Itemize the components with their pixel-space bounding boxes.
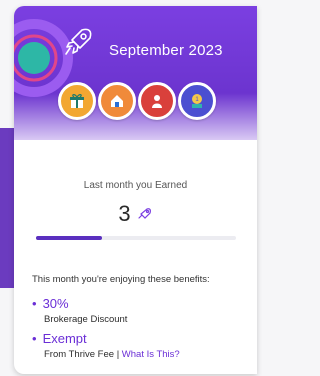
benefit-value: 30% xyxy=(42,296,69,311)
progress-fill xyxy=(36,236,102,240)
benefits-intro: This month you're enjoying these benefit… xyxy=(32,274,210,285)
rewards-card: September 2023 1 Last month you Earned 3… xyxy=(14,6,257,374)
person-icon xyxy=(152,95,162,108)
gift-icon xyxy=(70,94,84,108)
person-badge[interactable] xyxy=(138,82,176,120)
benefit-value: Exempt xyxy=(42,331,87,346)
what-is-this-link[interactable]: What Is This? xyxy=(122,349,180,360)
background-stripe xyxy=(0,128,14,288)
earned-label: Last month you Earned xyxy=(83,180,188,191)
separator: | xyxy=(116,349,120,360)
benefit-item-discount: • 30% Brokerage Discount xyxy=(32,296,128,325)
rocket-icon xyxy=(65,28,92,55)
medal-badge[interactable]: 1 xyxy=(178,82,216,120)
card-header: September 2023 1 xyxy=(14,6,257,140)
earned-value: 3 xyxy=(118,201,131,226)
progress-bar xyxy=(36,236,236,240)
badge-row: 1 xyxy=(58,82,216,120)
home-icon xyxy=(111,95,123,107)
month-title: September 2023 xyxy=(109,42,223,59)
benefit-item-thrive-fee: • Exempt From Thrive Fee | What Is This? xyxy=(32,331,180,360)
benefit-desc-row: From Thrive Fee | What Is This? xyxy=(44,349,180,360)
earned-row: 3 xyxy=(14,201,257,227)
small-rocket-icon xyxy=(138,208,151,219)
home-badge[interactable] xyxy=(98,82,136,120)
medal-icon: 1 xyxy=(192,94,202,108)
benefit-desc: Brokerage Discount xyxy=(44,314,128,325)
benefit-desc: From Thrive Fee xyxy=(44,349,115,360)
gift-badge[interactable] xyxy=(58,82,96,120)
